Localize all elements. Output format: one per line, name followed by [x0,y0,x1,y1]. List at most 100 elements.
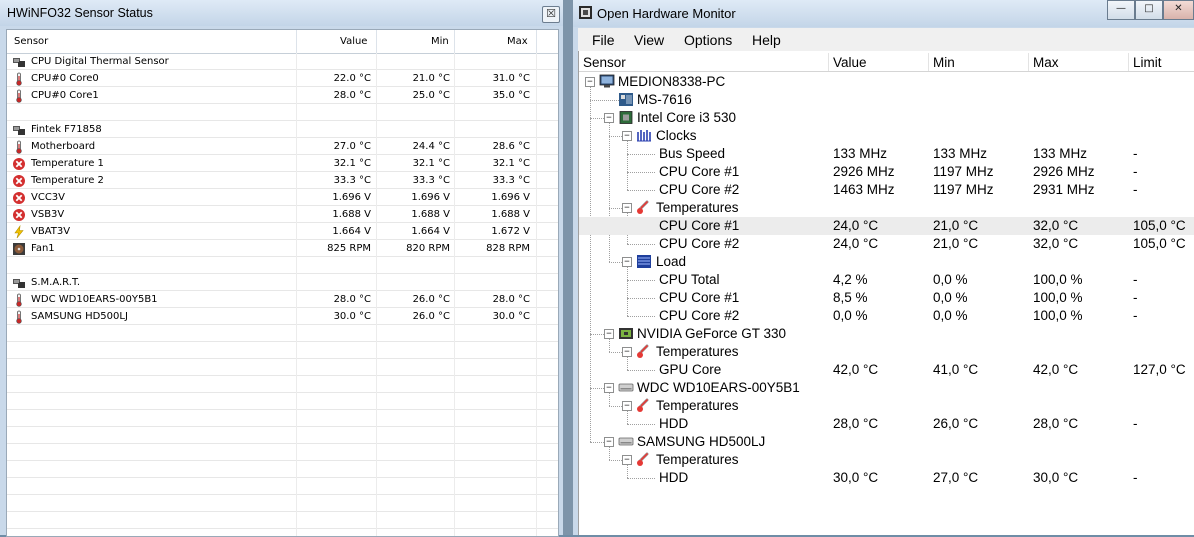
hwinfo-close-button[interactable]: ☒ [542,6,560,23]
hwinfo-value-cell: 33.3 °C [333,175,371,186]
collapse-toggle[interactable]: − [604,383,614,393]
hwinfo-sensor-name: Motherboard [31,141,96,152]
tree-row[interactable]: CPU Core #1 24,0 °C 21,0 °C 32,0 °C 105,0 °C [579,217,1194,235]
grid-line [7,120,558,121]
tree-row[interactable]: HDD 28,0 °C 26,0 °C 28,0 °C - [579,415,1194,433]
menu-options[interactable]: Options [684,32,732,48]
hwinfo-value-cell: 22.0 °C [333,73,371,84]
ohm-col-sensor[interactable]: Sensor [583,55,626,70]
tree-row[interactable]: − Load [579,253,1194,271]
hwinfo-row[interactable]: Motherboard 27.0 °C 24.4 °C 28.6 °C [7,138,558,155]
collapse-toggle[interactable]: − [622,257,632,267]
hwinfo-max-cell: 31.0 °C [492,73,530,84]
hwinfo-row[interactable]: WDC WD10EARS-00Y5B1 28.0 °C 26.0 °C 28.0 °C [7,291,558,308]
collapse-toggle[interactable]: − [622,203,632,213]
hwinfo-row[interactable] [7,104,558,121]
tree-limit-cell: 105,0 °C [1133,218,1186,233]
tree-row[interactable]: − Temperatures [579,397,1194,415]
hwinfo-row[interactable]: Temperature 1 32.1 °C 32.1 °C 32.1 °C [7,155,558,172]
tree-row[interactable]: − Clocks [579,127,1194,145]
grid-line [7,273,558,274]
tree-value-cell: 42,0 °C [833,362,879,377]
collapse-toggle[interactable]: − [622,455,632,465]
menu-file[interactable]: File [592,32,615,48]
grid-line [7,324,558,325]
hwinfo-max-cell: 32.1 °C [492,158,530,169]
hwinfo-col-value[interactable]: Value [340,36,367,47]
ohm-col-min[interactable]: Min [933,55,955,70]
tree-row[interactable]: − WDC WD10EARS-00Y5B1 [579,379,1194,397]
collapse-toggle[interactable]: − [604,329,614,339]
tree-row[interactable]: MS-7616 [579,91,1194,109]
collapse-toggle[interactable]: − [604,437,614,447]
hwinfo-row[interactable]: S.M.A.R.T. [7,274,558,291]
hwinfo-row[interactable]: VCC3V 1.696 V 1.696 V 1.696 V [7,189,558,206]
tree-row[interactable]: CPU Core #2 0,0 % 0,0 % 100,0 % - [579,307,1194,325]
minimize-button[interactable]: — [1107,0,1135,20]
collapse-toggle[interactable]: − [585,77,595,87]
chip-group-icon [12,122,26,136]
hwinfo-row[interactable]: Temperature 2 33.3 °C 33.3 °C 33.3 °C [7,172,558,189]
tree-row[interactable]: − Temperatures [579,451,1194,469]
hwinfo-value-cell: 27.0 °C [333,141,371,152]
tree-row[interactable]: CPU Core #1 8,5 % 0,0 % 100,0 % - [579,289,1194,307]
tree-row[interactable]: − NVIDIA GeForce GT 330 [579,325,1194,343]
hwinfo-row[interactable]: CPU#0 Core1 28.0 °C 25.0 °C 35.0 °C [7,87,558,104]
hwinfo-row[interactable]: VBAT3V 1.664 V 1.664 V 1.672 V [7,223,558,240]
collapse-toggle[interactable]: − [604,113,614,123]
hwinfo-sensor-name: S.M.A.R.T. [31,277,81,288]
hwinfo-col-max[interactable]: Max [507,36,528,47]
tree-row[interactable]: CPU Core #2 1463 MHz 1197 MHz 2931 MHz - [579,181,1194,199]
ohm-titlebar[interactable]: Open Hardware Monitor — □ ✕ [573,0,1194,27]
menu-help[interactable]: Help [752,32,781,48]
hwinfo-col-sensor[interactable]: Sensor [14,36,48,47]
tree-max-cell: 32,0 °C [1033,236,1079,251]
hwinfo-row[interactable]: CPU Digital Thermal Sensor [7,53,558,70]
tree-row[interactable]: − Temperatures [579,343,1194,361]
tree-row[interactable]: Bus Speed 133 MHz 133 MHz 133 MHz - [579,145,1194,163]
tree-node-label: MS-7616 [637,92,692,107]
hwinfo-row[interactable]: Fintek F71858 [7,121,558,138]
hwinfo-row[interactable]: VSB3V 1.688 V 1.688 V 1.688 V [7,206,558,223]
clock-icon [636,128,652,143]
tree-min-cell: 27,0 °C [933,470,979,485]
tree-row[interactable]: CPU Core #2 24,0 °C 21,0 °C 32,0 °C 105,0 °C [579,235,1194,253]
collapse-toggle[interactable]: − [622,401,632,411]
hwinfo-value-cell: 1.688 V [332,209,371,220]
menu-view[interactable]: View [634,32,664,48]
tree-row[interactable]: CPU Core #1 2926 MHz 1197 MHz 2926 MHz - [579,163,1194,181]
collapse-toggle[interactable]: − [622,131,632,141]
tree-row[interactable]: − Intel Core i3 530 [579,109,1194,127]
ohm-col-value[interactable]: Value [833,55,867,70]
tree-row[interactable]: GPU Core 42,0 °C 41,0 °C 42,0 °C 127,0 °C [579,361,1194,379]
tree-min-cell: 41,0 °C [933,362,979,377]
thermometer-icon [12,309,26,324]
hwinfo-max-cell: 28.6 °C [492,141,530,152]
hwinfo-min-cell: 32.1 °C [412,158,450,169]
tree-row[interactable]: CPU Total 4,2 % 0,0 % 100,0 % - [579,271,1194,289]
app-icon [579,6,592,19]
ohm-col-limit[interactable]: Limit [1133,55,1162,70]
tree-row[interactable]: HDD 30,0 °C 27,0 °C 30,0 °C - [579,469,1194,487]
tree-row[interactable]: − MEDION8338-PC [579,73,1194,91]
hwinfo-col-min[interactable]: Min [431,36,449,47]
tree-row[interactable]: − SAMSUNG HD500LJ [579,433,1194,451]
grid-line [7,69,558,70]
hwinfo-min-cell: 26.0 °C [412,294,450,305]
collapse-toggle[interactable]: − [622,347,632,357]
grid-line [296,53,297,536]
hwinfo-row[interactable]: SAMSUNG HD500LJ 30.0 °C 26.0 °C 30.0 °C [7,308,558,325]
hwinfo-max-cell: 28.0 °C [492,294,530,305]
grid-line [7,477,558,478]
hwinfo-row[interactable]: Fan1 825 RPM 820 RPM 828 RPM [7,240,558,257]
hwinfo-row[interactable]: CPU#0 Core0 22.0 °C 21.0 °C 31.0 °C [7,70,558,87]
hwinfo-titlebar[interactable]: HWiNFO32 Sensor Status ☒ [0,0,563,26]
grid-line [376,53,377,536]
grid-line [7,511,558,512]
grid-line [7,205,558,206]
ohm-col-max[interactable]: Max [1033,55,1059,70]
maximize-button[interactable]: □ [1135,0,1163,20]
hwinfo-row[interactable] [7,257,558,274]
tree-row[interactable]: − Temperatures [579,199,1194,217]
close-button[interactable]: ✕ [1163,0,1194,20]
